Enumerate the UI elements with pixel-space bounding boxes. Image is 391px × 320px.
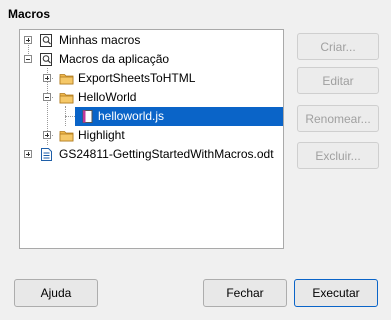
create-button-label: Criar... (320, 39, 356, 54)
expand-icon[interactable] (43, 131, 51, 139)
tree-item-label: Minhas macros (59, 33, 141, 47)
macro-library-icon (40, 34, 52, 47)
edit-button-label: Editar (322, 73, 354, 88)
tree-item-helloworld-js[interactable]: helloworld.js (75, 107, 283, 126)
tree-item-helloworld[interactable]: HelloWorld (20, 88, 283, 107)
tree-item-label: GS24811-GettingStartedWithMacros.odt (59, 147, 274, 161)
run-button[interactable]: Executar (294, 279, 378, 307)
collapse-icon[interactable] (43, 93, 51, 101)
script-file-icon (82, 110, 93, 123)
edit-button[interactable]: Editar (297, 67, 379, 94)
tree-item-label: HelloWorld (78, 90, 137, 104)
folder-icon (59, 74, 74, 85)
close-button-label: Fechar (226, 286, 264, 300)
create-button[interactable]: Criar... (297, 33, 379, 60)
delete-button-label: Excluir... (315, 148, 361, 163)
run-button-label: Executar (312, 286, 360, 300)
macros-section-title: Macros (8, 7, 51, 21)
tree-item-document[interactable]: GS24811-GettingStartedWithMacros.odt (20, 145, 283, 164)
help-button-label: Ajuda (40, 286, 72, 300)
expand-icon[interactable] (24, 150, 32, 158)
tree-item-label: ExportSheetsToHTML (78, 71, 196, 85)
tree-item-minhas-macros[interactable]: Minhas macros (20, 31, 283, 50)
tree-item-label: Macros da aplicação (59, 52, 170, 66)
rename-button[interactable]: Renomear... (297, 105, 379, 132)
delete-button[interactable]: Excluir... (297, 142, 379, 169)
macro-library-icon (40, 53, 52, 66)
tree-item-highlight[interactable]: Highlight (20, 126, 283, 145)
document-icon (41, 148, 52, 161)
tree-item-label: helloworld.js (98, 109, 165, 123)
folder-icon (59, 93, 74, 104)
help-button[interactable]: Ajuda (14, 279, 98, 307)
tree-item-label: Highlight (78, 128, 125, 142)
expand-icon[interactable] (24, 36, 32, 44)
tree-item-macros-da-aplicacao[interactable]: Macros da aplicação (20, 50, 283, 69)
collapse-icon[interactable] (24, 55, 32, 63)
folder-icon (59, 131, 74, 142)
expand-icon[interactable] (43, 74, 51, 82)
rename-button-label: Renomear... (305, 111, 371, 126)
macro-tree[interactable]: Minhas macros Macros da aplicação Export… (19, 29, 284, 249)
close-button[interactable]: Fechar (203, 279, 287, 307)
tree-item-exportsheetstohtml[interactable]: ExportSheetsToHTML (20, 69, 283, 88)
